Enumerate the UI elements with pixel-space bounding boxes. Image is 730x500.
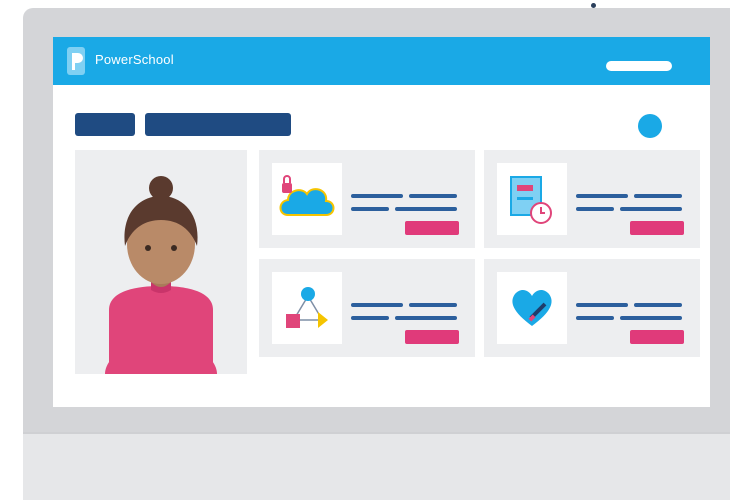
card-icon-box [272,163,342,235]
profile-panel [75,150,247,374]
powerschool-logo-icon [67,47,85,75]
cable-dot [591,3,596,8]
top-bar: PowerSchool [53,37,710,85]
nav-item-2[interactable] [145,113,291,136]
card-action-badge[interactable] [630,221,684,235]
card-icon-box [272,272,342,344]
card-action-badge[interactable] [405,330,459,344]
card-action-badge[interactable] [405,221,459,235]
account-menu-button[interactable] [606,61,672,71]
student-avatar [105,176,217,374]
dashboard-card-3[interactable] [259,259,475,357]
notification-icon[interactable] [638,114,662,138]
shapes-network-icon [286,287,328,328]
brand-name: PowerSchool [95,52,174,67]
dashboard-card-1[interactable] [259,150,475,248]
dashboard-card-2[interactable] [484,150,700,248]
dashboard-card-4[interactable] [484,259,700,357]
heart-pen-icon [512,289,552,326]
monitor-chin [23,432,730,500]
card-icon-box [497,163,567,235]
nav-item-1[interactable] [75,113,135,136]
cloud-lock-icon [279,175,335,216]
card-action-badge[interactable] [630,330,684,344]
card-icon-box [497,272,567,344]
app-screen: PowerSchool [53,37,710,407]
calendar-clock-icon [510,176,552,224]
